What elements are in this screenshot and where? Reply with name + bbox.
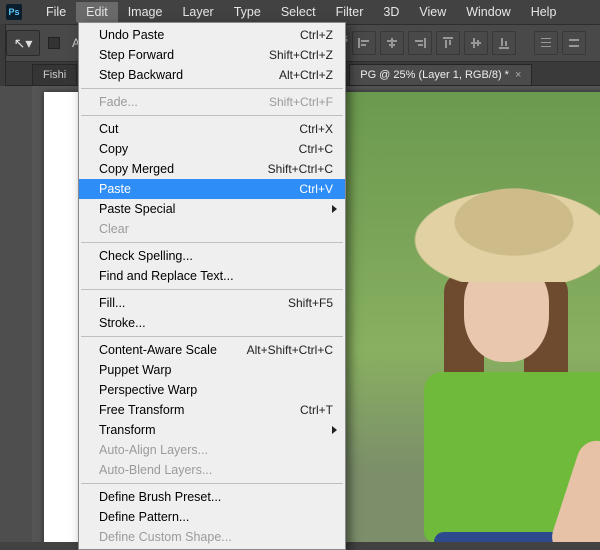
menu-item-undo-paste[interactable]: Undo PasteCtrl+Z	[79, 25, 345, 45]
menu-item-label: Define Pattern...	[99, 510, 333, 524]
menu-item-find-and-replace-text[interactable]: Find and Replace Text...	[79, 266, 345, 286]
menu-item-auto-align-layers: Auto-Align Layers...	[79, 440, 345, 460]
menu-view[interactable]: View	[409, 2, 456, 22]
menu-help[interactable]: Help	[521, 2, 567, 22]
menu-item-label: Step Forward	[99, 48, 269, 62]
menu-item-shortcut: Shift+Ctrl+C	[268, 162, 333, 176]
menu-type[interactable]: Type	[224, 2, 271, 22]
menu-item-label: Copy Merged	[99, 162, 268, 176]
menu-item-label: Paste	[99, 182, 299, 196]
menu-window[interactable]: Window	[456, 2, 520, 22]
menu-item-content-aware-scale[interactable]: Content-Aware ScaleAlt+Shift+Ctrl+C	[79, 340, 345, 360]
menu-separator	[81, 336, 343, 337]
menu-item-label: Check Spelling...	[99, 249, 333, 263]
menu-item-shortcut: Ctrl+C	[299, 142, 333, 156]
menu-layer[interactable]: Layer	[172, 2, 223, 22]
menu-item-shortcut: Ctrl+T	[300, 403, 333, 417]
menu-item-shortcut: Alt+Shift+Ctrl+C	[247, 343, 333, 357]
menu-item-auto-blend-layers: Auto-Blend Layers...	[79, 460, 345, 480]
menu-item-define-custom-shape: Define Custom Shape...	[79, 527, 345, 547]
app-logo: Ps	[6, 4, 22, 20]
menu-item-shortcut: Ctrl+V	[299, 182, 333, 196]
menu-select[interactable]: Select	[271, 2, 326, 22]
menubar: FileEditImageLayerTypeSelectFilter3DView…	[36, 2, 566, 22]
menu-item-define-pattern[interactable]: Define Pattern...	[79, 507, 345, 527]
edit-menu-dropdown: Undo PasteCtrl+ZStep ForwardShift+Ctrl+Z…	[78, 22, 346, 550]
align-top-button[interactable]	[436, 31, 460, 55]
menu-item-free-transform[interactable]: Free TransformCtrl+T	[79, 400, 345, 420]
menu-item-label: Copy	[99, 142, 299, 156]
menu-item-label: Cut	[99, 122, 299, 136]
menu-item-step-backward[interactable]: Step BackwardAlt+Ctrl+Z	[79, 65, 345, 85]
align-center-h-button[interactable]	[380, 31, 404, 55]
auto-select-checkbox[interactable]	[48, 37, 60, 49]
menu-item-puppet-warp[interactable]: Puppet Warp	[79, 360, 345, 380]
menu-item-shortcut: Ctrl+Z	[300, 28, 333, 42]
align-left-button[interactable]	[352, 31, 376, 55]
menu-separator	[81, 115, 343, 116]
submenu-arrow-icon	[332, 426, 337, 434]
menu-item-label: Paste Special	[99, 202, 333, 216]
menu-item-label: Stroke...	[99, 316, 333, 330]
menu-separator	[81, 88, 343, 89]
menu-file[interactable]: File	[36, 2, 76, 22]
menu-item-copy-merged[interactable]: Copy MergedShift+Ctrl+C	[79, 159, 345, 179]
left-strip	[0, 24, 6, 86]
menu-item-transform[interactable]: Transform	[79, 420, 345, 440]
submenu-arrow-icon	[332, 205, 337, 213]
close-icon[interactable]: ×	[515, 69, 521, 81]
menu-item-paste-special[interactable]: Paste Special	[79, 199, 345, 219]
menu-item-check-spelling[interactable]: Check Spelling...	[79, 246, 345, 266]
menu-separator	[81, 242, 343, 243]
menu-item-label: Content-Aware Scale	[99, 343, 247, 357]
menu-item-label: Find and Replace Text...	[99, 269, 333, 283]
document-tab[interactable]: Fishi	[32, 64, 77, 85]
menu-item-label: Define Brush Preset...	[99, 490, 333, 504]
menu-item-label: Clear	[99, 222, 333, 236]
menu-item-label: Auto-Blend Layers...	[99, 463, 333, 477]
menu-item-fill[interactable]: Fill...Shift+F5	[79, 293, 345, 313]
menu-item-label: Fade...	[99, 95, 269, 109]
menu-item-define-brush-preset[interactable]: Define Brush Preset...	[79, 487, 345, 507]
menu-item-paste[interactable]: PasteCtrl+V	[79, 179, 345, 199]
menu-3d[interactable]: 3D	[373, 2, 409, 22]
menu-item-label: Free Transform	[99, 403, 300, 417]
menu-edit[interactable]: Edit	[76, 2, 118, 22]
menu-item-shortcut: Shift+Ctrl+F	[269, 95, 333, 109]
titlebar: Ps FileEditImageLayerTypeSelectFilter3DV…	[0, 0, 600, 24]
menu-filter[interactable]: Filter	[326, 2, 374, 22]
align-center-v-button[interactable]	[464, 31, 488, 55]
menu-item-label: Auto-Align Layers...	[99, 443, 333, 457]
document-tab-label: Fishi	[43, 69, 66, 81]
menu-image[interactable]: Image	[118, 2, 173, 22]
menu-item-copy[interactable]: CopyCtrl+C	[79, 139, 345, 159]
align-bottom-button[interactable]	[492, 31, 516, 55]
menu-item-label: Perspective Warp	[99, 383, 333, 397]
menu-item-label: Transform	[99, 423, 333, 437]
menu-item-label: Puppet Warp	[99, 363, 333, 377]
menu-separator	[81, 289, 343, 290]
menu-item-shortcut: Ctrl+X	[299, 122, 333, 136]
menu-item-cut[interactable]: CutCtrl+X	[79, 119, 345, 139]
distribute-top-button[interactable]	[534, 31, 558, 55]
menu-separator	[81, 483, 343, 484]
photo-figure	[414, 182, 600, 282]
distribute-center-button[interactable]	[562, 31, 586, 55]
menu-item-shortcut: Shift+Ctrl+Z	[269, 48, 333, 62]
tool-preset-button[interactable]: ↖▾	[6, 30, 40, 56]
menu-item-shortcut: Shift+F5	[288, 296, 333, 310]
menu-item-step-forward[interactable]: Step ForwardShift+Ctrl+Z	[79, 45, 345, 65]
menu-item-clear: Clear	[79, 219, 345, 239]
menu-item-fade: Fade...Shift+Ctrl+F	[79, 92, 345, 112]
menu-item-shortcut: Alt+Ctrl+Z	[279, 68, 333, 82]
menu-item-label: Step Backward	[99, 68, 279, 82]
align-right-button[interactable]	[408, 31, 432, 55]
menu-item-stroke[interactable]: Stroke...	[79, 313, 345, 333]
document-tab-label: PG @ 25% (Layer 1, RGB/8) *	[360, 69, 509, 81]
menu-item-label: Fill...	[99, 296, 288, 310]
document-tab-active[interactable]: PG @ 25% (Layer 1, RGB/8) * ×	[349, 64, 532, 85]
menu-item-label: Undo Paste	[99, 28, 300, 42]
menu-item-perspective-warp[interactable]: Perspective Warp	[79, 380, 345, 400]
